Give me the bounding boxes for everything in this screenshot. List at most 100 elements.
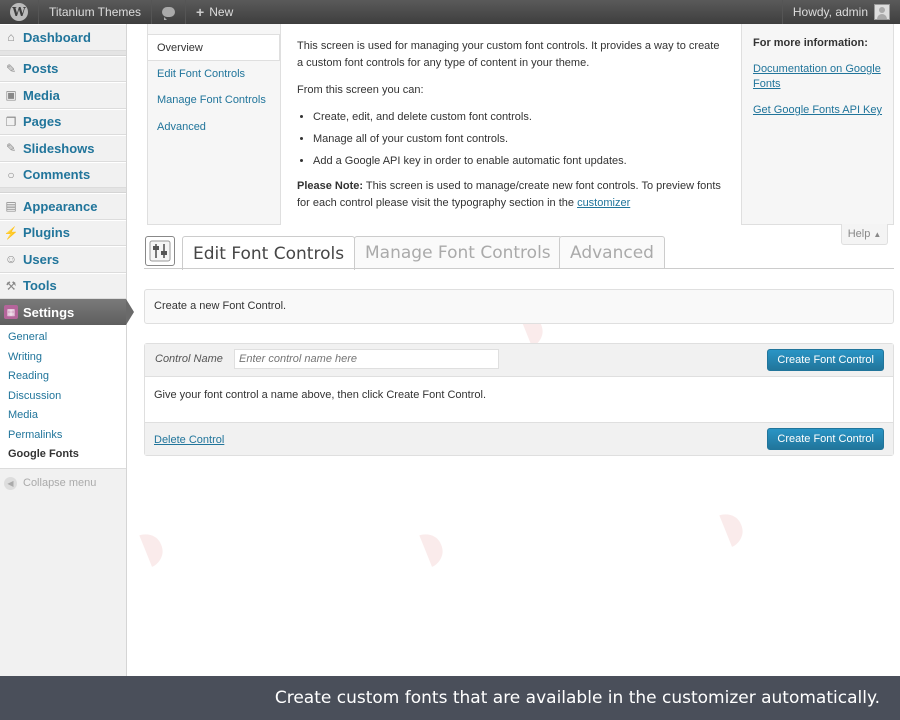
caption-bar: Create custom fonts that are available i… (0, 676, 900, 720)
menu-item-comments[interactable]: ○ Comments (0, 161, 126, 188)
submenu-item-discussion[interactable]: Discussion (0, 387, 126, 407)
plus-icon: + (196, 4, 205, 20)
help-content: This screen is used for managing your cu… (280, 24, 742, 225)
help-tab-advanced[interactable]: Advanced (148, 114, 280, 141)
pin-icon: ✎ (5, 141, 17, 156)
menu-label: Posts (23, 61, 59, 77)
pages-icon: ❐ (5, 114, 17, 129)
create-font-control-button-bottom[interactable]: Create Font Control (767, 428, 884, 450)
settings-submenu: General Writing Reading Discussion Media… (0, 325, 126, 469)
collapse-arrow-icon: ◀ (4, 476, 17, 490)
help-tab-edit-font-controls[interactable]: Edit Font Controls (148, 61, 280, 88)
menu-item-media[interactable]: ▣ Media (0, 82, 126, 109)
menu-item-appearance[interactable]: ▤ Appearance (0, 193, 126, 220)
site-name-link[interactable]: Titanium Themes (39, 0, 153, 24)
pin-icon: ✎ (5, 61, 17, 76)
menu-label: Tools (23, 278, 57, 294)
submenu-item-writing[interactable]: Writing (0, 348, 126, 368)
comments-link[interactable] (152, 0, 187, 24)
menu-label: Users (23, 251, 60, 267)
admin-menu: ⌂ Dashboard ✎ Posts ▣ Media ❐ Pages ✎ Slidesh… (0, 24, 134, 676)
help-sidebar: For more information: Documentation on G… (753, 36, 893, 129)
help-tabs: Overview Edit Font Controls Manage Font … (148, 24, 280, 140)
help-bullet-list: Create, edit, and delete custom font con… (313, 109, 726, 170)
control-name-label: Control Name (155, 353, 223, 365)
menu-item-slideshows[interactable]: ✎ Slideshows (0, 135, 126, 162)
watermark: ◗ (711, 497, 752, 554)
tab-edit-font-controls[interactable]: Edit Font Controls (182, 236, 356, 270)
delete-control-link[interactable]: Delete Control (154, 434, 224, 446)
new-content-menu[interactable]: + New (186, 0, 243, 24)
tab-label: Edit Font Controls (193, 243, 345, 264)
help-tab-overview[interactable]: Overview (148, 34, 280, 61)
tab-advanced[interactable]: Advanced (559, 236, 665, 269)
account-menu[interactable]: Howdy, admin (781, 0, 900, 24)
users-icon: ☺ (4, 252, 18, 267)
submenu-item-media[interactable]: Media (0, 406, 126, 426)
menu-item-tools[interactable]: ⚒ Tools (0, 272, 126, 299)
menu-item-posts[interactable]: ✎ Posts (0, 55, 126, 82)
greeting: Howdy, admin (792, 5, 868, 19)
control-name-input[interactable] (234, 349, 499, 369)
help-bullet: Manage all of your custom font controls. (313, 131, 726, 148)
google-fonts-docs-link[interactable]: Documentation on Google Fonts (753, 62, 893, 92)
plugin-icon: ⚡ (3, 225, 19, 240)
settings-icon: ▦ (4, 305, 18, 319)
tab-label: Manage Font Controls (365, 243, 551, 263)
tab-manage-font-controls[interactable]: Manage Font Controls (354, 236, 562, 269)
tab-label: Advanced (570, 243, 654, 263)
menu-label: Pages (23, 114, 62, 130)
help-note: Please Note: This screen is used to mana… (297, 178, 726, 212)
settings-page-icon (145, 236, 175, 266)
tools-icon: ⚒ (5, 278, 17, 293)
watermark: ◗ (131, 517, 172, 574)
google-fonts-api-key-link[interactable]: Get Google Fonts API Key (753, 103, 893, 118)
caption-text: Create custom fonts that are available i… (274, 688, 880, 708)
help-note-label: Please Note: (297, 180, 364, 192)
menu-label: Media (23, 87, 60, 103)
submenu-item-reading[interactable]: Reading (0, 367, 126, 387)
menu-label: Plugins (23, 225, 70, 241)
help-intro: This screen is used for managing your cu… (297, 40, 720, 69)
form-footer: Delete Control Create Font Control (145, 422, 893, 455)
contextual-help-panel: Overview Edit Font Controls Manage Font … (147, 24, 894, 225)
tab-divider (144, 268, 894, 269)
media-icon: ▣ (5, 88, 17, 103)
create-font-control-form: Control Name Create Font Control Give yo… (144, 343, 894, 456)
menu-label: Appearance (23, 198, 98, 214)
customizer-link[interactable]: customizer (577, 197, 630, 209)
intro-text: Create a new Font Control. (154, 300, 287, 312)
help-tab-manage-font-controls[interactable]: Manage Font Controls (148, 87, 280, 114)
help-toggle-button[interactable]: Help ▲ (841, 224, 888, 245)
menu-item-users[interactable]: ☺ Users (0, 246, 126, 273)
new-label: New (209, 5, 234, 19)
menu-label: Dashboard (23, 29, 91, 45)
submenu-item-general[interactable]: General (0, 328, 126, 348)
help-button-label: Help (847, 228, 871, 240)
help-bullet: Add a Google API key in order to enable … (313, 153, 726, 170)
watermark: ◗ (411, 517, 452, 574)
menu-label: Settings (23, 304, 75, 320)
sliders-icon (149, 240, 171, 262)
menu-item-dashboard[interactable]: ⌂ Dashboard (0, 24, 126, 51)
intro-box: Create a new Font Control. (144, 289, 894, 324)
menu-item-pages[interactable]: ❐ Pages (0, 108, 126, 135)
wordpress-icon: W (10, 3, 28, 21)
wp-logo-menu[interactable]: W (0, 0, 39, 24)
avatar (874, 4, 890, 20)
help-bullet: Create, edit, and delete custom font con… (313, 109, 726, 126)
menu-label: Comments (23, 167, 91, 183)
submenu-item-google-fonts[interactable]: Google Fonts (0, 445, 126, 465)
appearance-icon: ▤ (5, 199, 17, 214)
menu-item-plugins[interactable]: ⚡ Plugins (0, 219, 126, 246)
comment-icon (162, 7, 176, 20)
create-font-control-button[interactable]: Create Font Control (767, 349, 884, 371)
help-from-here: From this screen you can: (297, 84, 424, 96)
submenu-item-permalinks[interactable]: Permalinks (0, 426, 126, 446)
menu-item-settings[interactable]: ▦ Settings (0, 299, 134, 325)
admin-bar: W Titanium Themes + New Howdy, admin (0, 0, 900, 24)
site-name: Titanium Themes (49, 5, 142, 19)
form-header: Control Name Create Font Control (145, 344, 893, 377)
menu-label: Slideshows (23, 140, 95, 156)
collapse-menu-button[interactable]: ◀ Collapse menu (0, 469, 126, 498)
